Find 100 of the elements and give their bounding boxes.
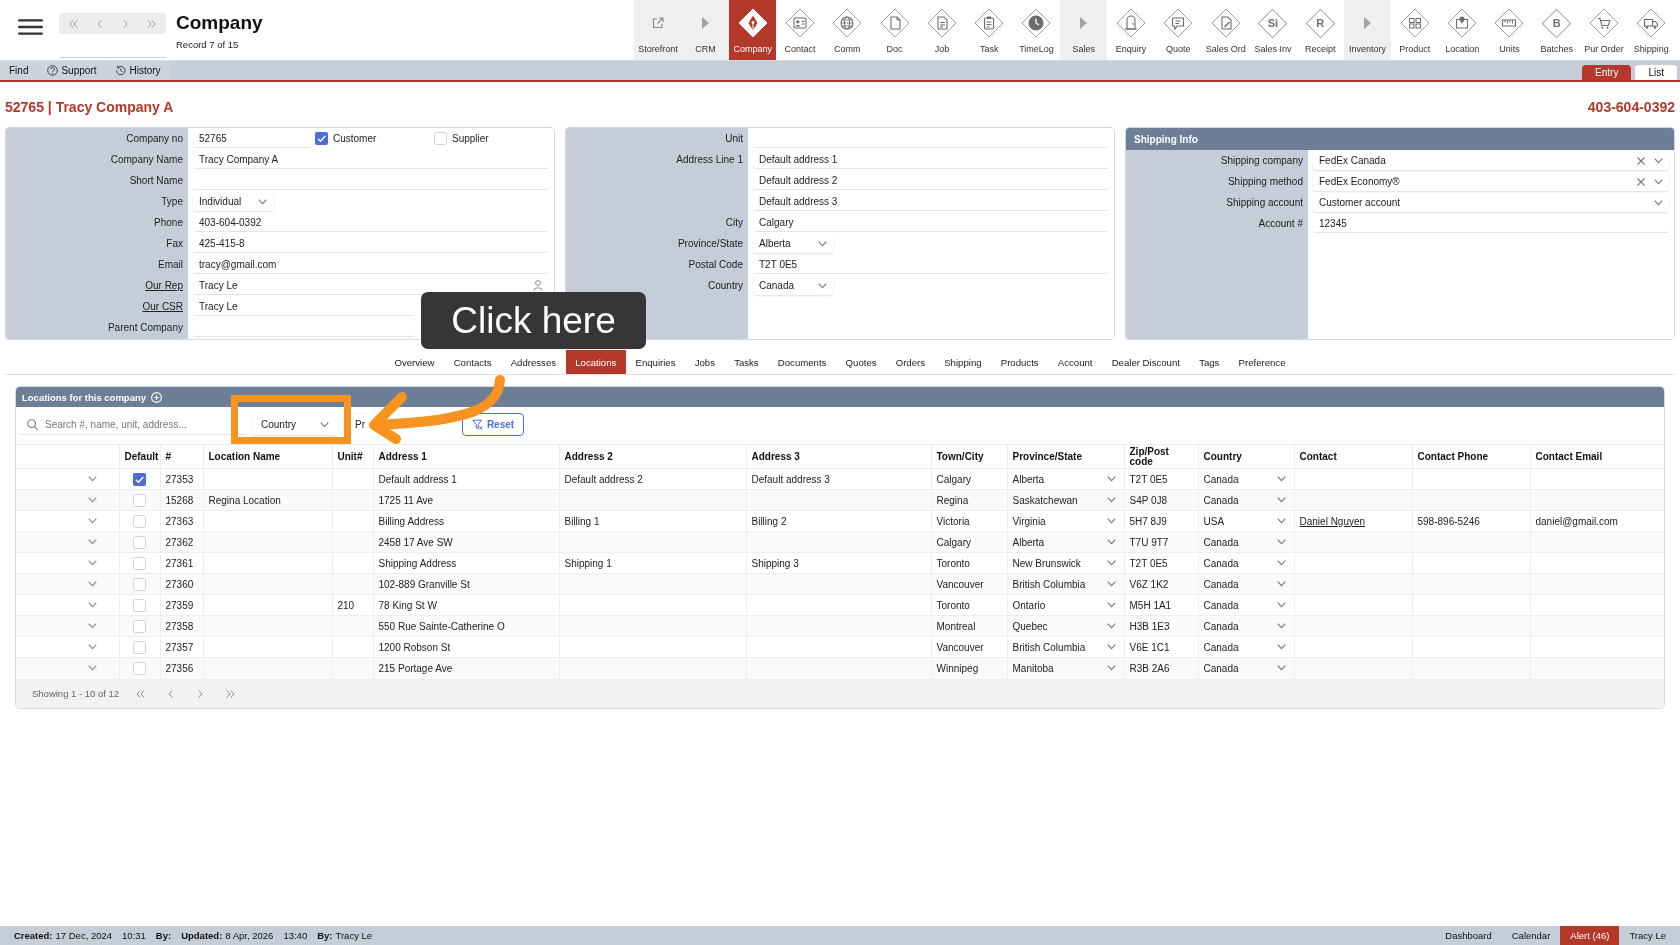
cell-dropdown[interactable]: Ontario <box>1007 595 1123 615</box>
caret-right-icon[interactable] <box>1364 17 1372 29</box>
toolbar-button[interactable]: Enquiry <box>1107 0 1155 60</box>
toolbar-button[interactable]: Sales <box>1060 0 1108 60</box>
toolbar-button[interactable]: R Receipt <box>1296 0 1344 60</box>
filter-field[interactable]: Pr <box>352 414 368 435</box>
toolbar-link[interactable]: History <box>106 61 170 80</box>
tab[interactable]: Products <box>991 350 1049 374</box>
chevron-down-icon[interactable] <box>1276 602 1286 608</box>
checkbox[interactable] <box>133 619 146 633</box>
chevron-down-icon[interactable] <box>87 518 97 524</box>
cell-dropdown[interactable]: Alberta <box>1007 532 1123 552</box>
label-link[interactable]: Our CSR <box>142 296 183 317</box>
double-chevron-left-icon[interactable] <box>135 689 145 698</box>
status-link[interactable]: Calendar <box>1501 926 1561 945</box>
toolbar-link[interactable]: Support <box>38 61 106 80</box>
toolbar-button[interactable]: Quote <box>1154 0 1203 60</box>
checkbox[interactable] <box>133 661 146 675</box>
view-tab[interactable]: List <box>1635 65 1677 80</box>
toolbar-button[interactable]: Comm <box>823 0 871 60</box>
toolbar-button[interactable]: Product <box>1391 0 1439 60</box>
cell-dropdown[interactable]: Canada <box>1198 658 1293 678</box>
user-menu[interactable]: Tracy Le <box>1619 926 1676 945</box>
tab[interactable]: Shipping <box>934 350 992 374</box>
chevron-down-icon[interactable] <box>1654 178 1663 185</box>
checkbox[interactable] <box>133 598 146 612</box>
chevron-down-icon[interactable] <box>1106 623 1116 629</box>
chevron-down-icon[interactable] <box>1106 581 1116 587</box>
cell-dropdown[interactable]: Quebec <box>1007 616 1123 636</box>
cell-dropdown[interactable]: Virginia <box>1007 511 1123 531</box>
tab[interactable]: Jobs <box>685 350 725 374</box>
caret-right-icon[interactable] <box>701 17 709 29</box>
chevron-down-icon[interactable] <box>87 602 97 608</box>
chevron-down-icon[interactable] <box>87 644 97 650</box>
cell-dropdown[interactable]: Saskatchewan <box>1007 490 1123 510</box>
toolbar-button[interactable]: Company <box>729 0 777 60</box>
chevron-down-icon[interactable] <box>1276 497 1286 503</box>
tab[interactable]: Addresses <box>501 350 566 374</box>
cell-dropdown[interactable]: Canada <box>1198 469 1293 489</box>
toolbar-button[interactable]: Contact <box>776 0 824 60</box>
checkbox[interactable] <box>133 640 146 654</box>
toolbar-button[interactable]: TimeLog <box>1012 0 1061 60</box>
toolbar-button[interactable]: Shipping <box>1627 0 1675 60</box>
tab[interactable]: Orders <box>886 350 935 374</box>
tab[interactable]: Locations <box>565 350 626 374</box>
dropdown[interactable]: FedEx Economy® <box>1313 172 1669 191</box>
close-icon[interactable] <box>1637 156 1645 165</box>
chevron-down-icon[interactable] <box>87 581 97 587</box>
chevron-down-icon[interactable] <box>1106 644 1116 650</box>
dropdown[interactable]: FedEx Canada <box>1313 151 1669 170</box>
double-chevron-left-icon[interactable] <box>69 19 79 28</box>
chevron-down-icon[interactable] <box>1276 644 1286 650</box>
tab[interactable]: Documents <box>768 350 836 374</box>
checkbox[interactable] <box>133 493 146 507</box>
cell-dropdown[interactable]: Canada <box>1198 574 1293 594</box>
chevron-down-icon[interactable] <box>1106 497 1116 503</box>
chevron-down-icon[interactable] <box>87 560 97 566</box>
chevron-down-icon[interactable] <box>87 623 97 629</box>
toolbar-button[interactable]: Pur Order <box>1580 0 1628 60</box>
chevron-down-icon[interactable] <box>320 421 329 428</box>
toolbar-button[interactable]: Job <box>918 0 966 60</box>
checkbox[interactable] <box>133 535 146 549</box>
checkbox[interactable] <box>133 472 146 486</box>
cell-dropdown[interactable]: Canada <box>1198 532 1293 552</box>
checkbox[interactable] <box>133 514 146 528</box>
dropdown[interactable]: Customer account <box>1313 193 1669 212</box>
cell-dropdown[interactable]: British Columbia <box>1007 637 1123 657</box>
label-link[interactable]: Our Rep <box>145 275 183 296</box>
toolbar-button[interactable]: B Batches <box>1533 0 1581 60</box>
contact-link[interactable]: Daniel Nguyen <box>1299 515 1366 527</box>
tab[interactable]: Quotes <box>836 350 887 374</box>
toolbar-button[interactable]: Doc <box>870 0 919 60</box>
chevron-down-icon[interactable] <box>258 198 267 205</box>
plus-circle-icon[interactable] <box>151 391 163 403</box>
cell-dropdown[interactable]: New Brunswick <box>1007 553 1123 573</box>
toolbar-button[interactable]: Inventory <box>1343 0 1392 60</box>
chevron-down-icon[interactable] <box>87 497 97 503</box>
chevron-down-icon[interactable] <box>1106 602 1116 608</box>
cell-dropdown[interactable]: Canada <box>1198 595 1293 615</box>
chevron-down-icon[interactable] <box>1106 518 1116 524</box>
chevron-down-icon[interactable] <box>1106 560 1116 566</box>
reset-button[interactable]: Reset <box>462 413 524 436</box>
toolbar-button[interactable]: Storefront <box>634 0 682 60</box>
chevron-down-icon[interactable] <box>87 665 97 672</box>
double-chevron-right-icon[interactable] <box>225 689 235 698</box>
cell-dropdown[interactable]: Manitoba <box>1007 658 1123 678</box>
chevron-down-icon[interactable] <box>818 282 827 289</box>
toolbar-button[interactable]: Units <box>1485 0 1534 60</box>
tab[interactable]: Tasks <box>724 350 769 374</box>
checkbox[interactable] <box>315 132 328 145</box>
chevron-down-icon[interactable] <box>1276 560 1286 566</box>
toolbar-button[interactable]: Task <box>965 0 1013 60</box>
double-chevron-right-icon[interactable] <box>146 19 156 28</box>
chevron-down-icon[interactable] <box>1276 623 1286 629</box>
tab[interactable]: Enquiries <box>625 350 686 374</box>
chevron-down-icon[interactable] <box>1106 476 1116 482</box>
alert-button[interactable]: Alert (46) <box>1560 926 1620 945</box>
person-icon[interactable] <box>533 279 543 291</box>
dropdown[interactable]: Country <box>252 414 337 435</box>
toolbar-button[interactable]: Location <box>1438 0 1486 60</box>
